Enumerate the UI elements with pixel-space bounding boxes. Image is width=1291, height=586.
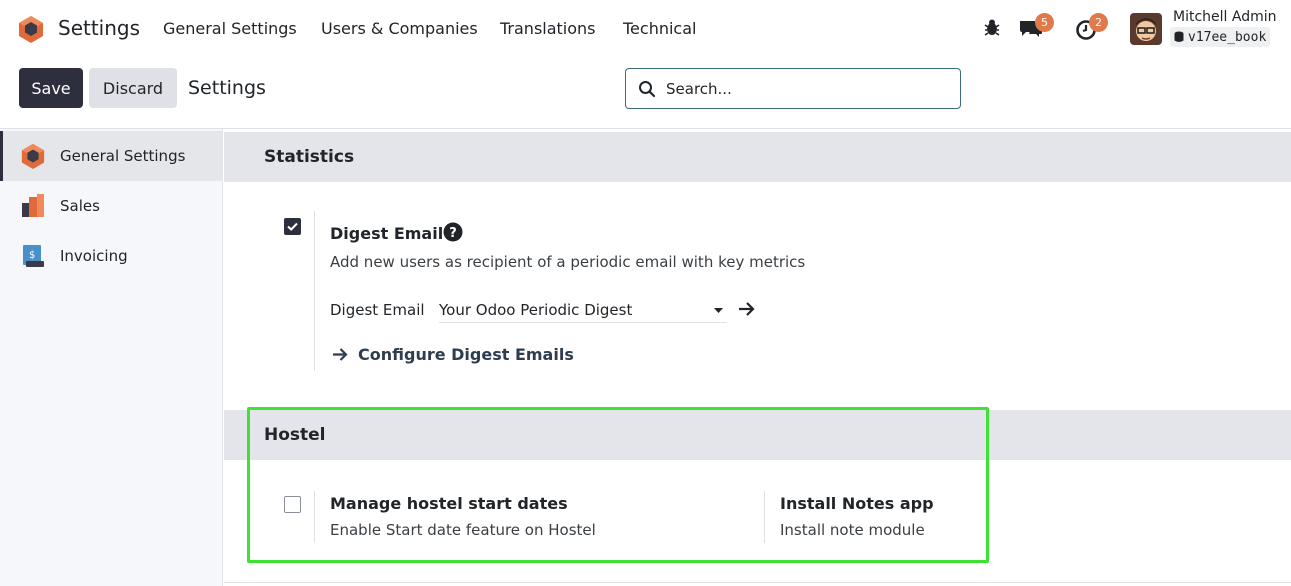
install-notes-title: Install Notes app [780,494,934,513]
settings-content: Statistics Digest Email ? Add new users … [224,129,1291,586]
caret-down-icon [714,308,723,313]
sidebar-item-invoicing[interactable]: $ Invoicing [0,231,222,281]
arrow-right-icon[interactable] [738,302,755,316]
digest-email-field-label: Digest Email [330,301,425,319]
sidebar-item-sales[interactable]: Sales [0,181,222,231]
sales-app-icon [22,194,44,217]
digest-email-select[interactable]: Your Odoo Periodic Digest [439,297,727,323]
search-icon [639,80,656,97]
invoicing-app-icon: $ [23,245,44,267]
setting-divider [314,211,315,371]
app-name[interactable]: Settings [58,16,140,40]
svg-text:?: ? [449,226,457,241]
menu-technical[interactable]: Technical [623,19,696,38]
database-name: v17ee_book [1188,29,1267,45]
digest-email-title: Digest Email [330,224,444,243]
setting-divider [314,491,315,543]
digest-email-checkbox[interactable] [284,218,301,235]
sidebar-item-label: Sales [60,197,100,215]
search-input[interactable] [666,79,926,98]
breadcrumb: Settings [188,77,266,99]
install-notes-description: Install note module [780,521,925,539]
database-badge: v17ee_book [1170,27,1271,47]
sidebar-item-general-settings[interactable]: General Settings [0,131,222,181]
settings-sidebar: General Settings Sales $ Invoicing [0,129,223,586]
user-name[interactable]: Mitchell Admin [1173,9,1277,25]
settings-app-icon [21,143,45,169]
configure-digest-emails-link[interactable]: Configure Digest Emails [332,345,574,364]
setting-divider [764,491,765,543]
manage-start-dates-description: Enable Start date feature on Hostel [330,521,596,539]
activities-badge: 2 [1089,13,1108,32]
top-navbar: Settings General Settings Users & Compan… [0,0,1291,58]
search-box[interactable] [625,68,961,109]
manage-start-dates-checkbox[interactable] [284,496,301,513]
database-icon [1174,31,1184,42]
bug-icon[interactable] [982,17,1002,37]
bottom-divider [224,582,1291,583]
section-heading-statistics: Statistics [224,132,1291,182]
user-avatar[interactable] [1130,13,1162,45]
svg-text:$: $ [29,250,35,261]
section-heading-hostel: Hostel [224,410,1291,460]
digest-email-select-value: Your Odoo Periodic Digest [439,301,633,319]
configure-digest-emails-label: Configure Digest Emails [358,345,574,364]
messages-badge: 5 [1035,13,1054,32]
discard-button[interactable]: Discard [89,68,177,108]
menu-general-settings[interactable]: General Settings [163,19,297,38]
digest-email-description: Add new users as recipient of a periodic… [330,253,806,271]
checkmark-icon [287,222,298,231]
sidebar-item-label: Invoicing [60,247,128,265]
arrow-right-icon [333,348,348,361]
manage-start-dates-title: Manage hostel start dates [330,494,568,513]
menu-users-companies[interactable]: Users & Companies [321,19,478,38]
settings-app-icon[interactable] [17,15,45,43]
help-icon[interactable]: ? [443,222,463,242]
menu-translations[interactable]: Translations [500,19,596,38]
sidebar-item-label: General Settings [60,147,186,165]
save-button[interactable]: Save [19,68,83,108]
